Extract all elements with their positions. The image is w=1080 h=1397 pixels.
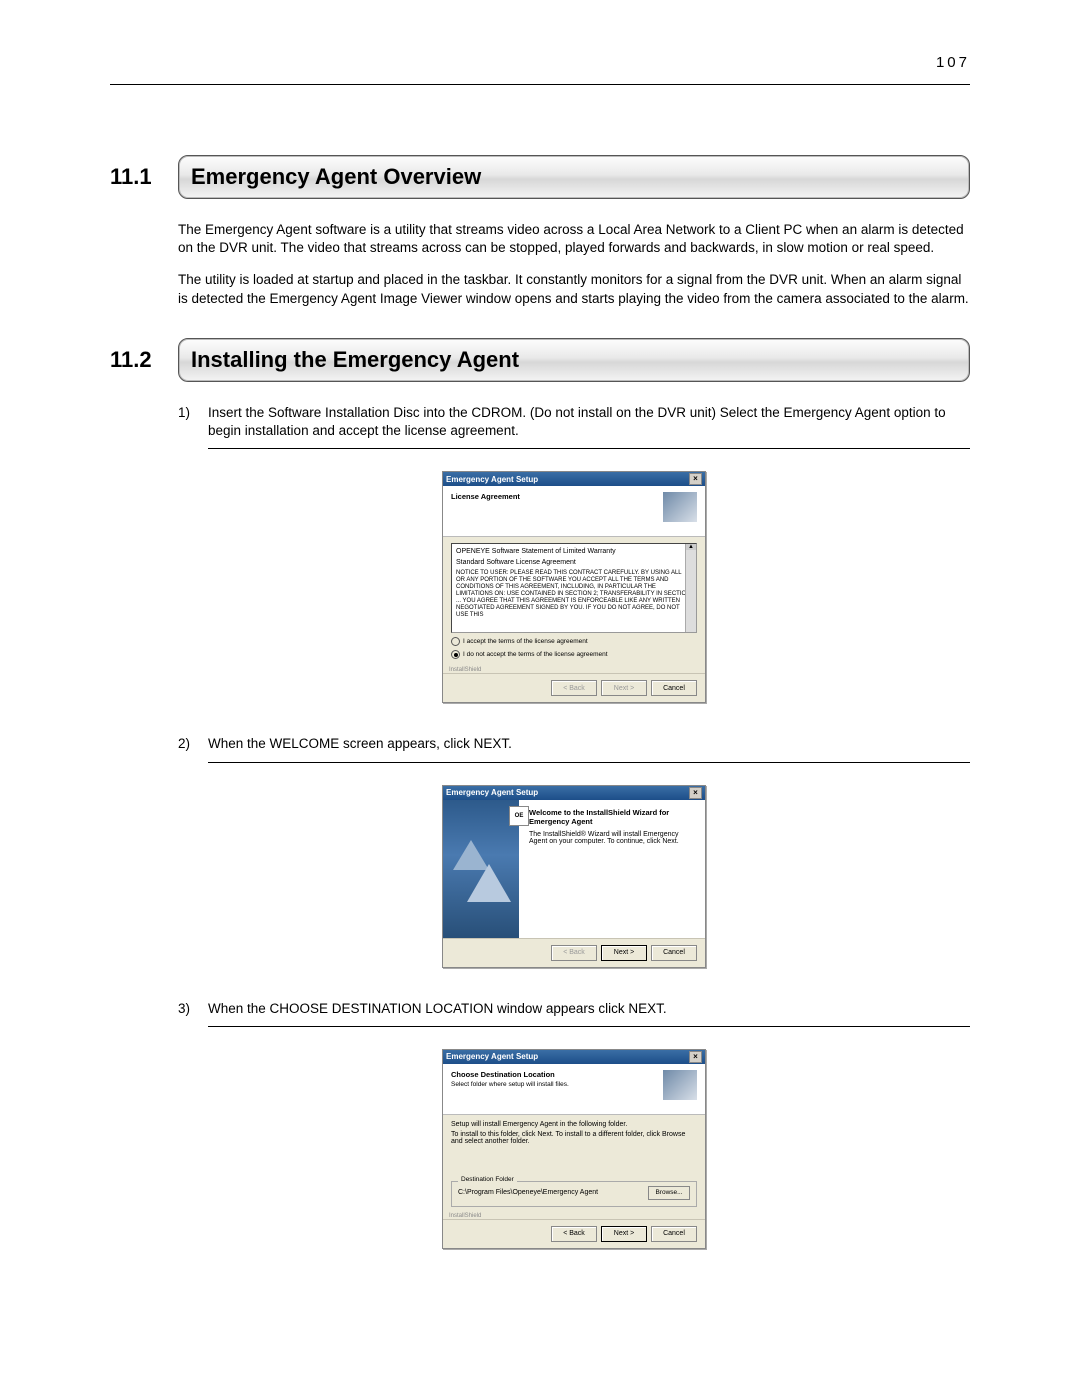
close-icon[interactable]: × xyxy=(689,473,702,485)
close-icon[interactable]: × xyxy=(689,787,702,799)
header-bold: Choose Destination Location xyxy=(451,1070,569,1079)
heading-row: 11.1 Emergency Agent Overview xyxy=(110,155,970,199)
step-text: When the CHOOSE DESTINATION LOCATION win… xyxy=(208,1000,970,1027)
fieldset-legend: Destination Folder xyxy=(458,1176,517,1183)
welcome-text: Welcome to the InstallShield Wizard for … xyxy=(519,800,705,938)
cancel-button[interactable]: Cancel xyxy=(651,680,697,696)
button-row: < Back Next > Cancel xyxy=(443,1219,705,1248)
welcome-body: OE Welcome to the InstallShield Wizard f… xyxy=(443,800,705,938)
next-button[interactable]: Next > xyxy=(601,945,647,961)
radio-accept[interactable]: I accept the terms of the license agreem… xyxy=(451,637,697,646)
header: Choose Destination Location Select folde… xyxy=(443,1064,705,1115)
step-3: 3) When the CHOOSE DESTINATION LOCATION … xyxy=(178,1000,970,1027)
browse-button[interactable]: Browse... xyxy=(648,1186,690,1200)
license-line: Standard Software License Agreement xyxy=(456,559,692,566)
section-11-2: 11.2 Installing the Emergency Agent xyxy=(110,338,970,382)
cancel-button[interactable]: Cancel xyxy=(651,945,697,961)
heading-title: Installing the Emergency Agent xyxy=(178,338,970,382)
heading-title: Emergency Agent Overview xyxy=(178,155,970,199)
license-textbox[interactable]: OPENEYE Software Statement of Limited Wa… xyxy=(451,543,697,633)
section-11-1: 11.1 Emergency Agent Overview The Emerge… xyxy=(110,155,970,308)
body-line: Setup will install Emergency Agent in th… xyxy=(451,1121,697,1128)
next-button[interactable]: Next > xyxy=(601,1226,647,1242)
titlebar: Emergency Agent Setup × xyxy=(443,1050,705,1064)
section-body: The Emergency Agent software is a utilit… xyxy=(178,221,970,308)
step-text: Insert the Software Installation Disc in… xyxy=(208,404,970,449)
installer-window: Emergency Agent Setup × License Agreemen… xyxy=(442,471,706,703)
close-icon[interactable]: × xyxy=(689,1051,702,1063)
welcome-body-text: The InstallShield® Wizard will install E… xyxy=(529,831,695,845)
brand: InstallShield xyxy=(443,1211,705,1219)
heading-number: 11.1 xyxy=(110,155,178,199)
scrollbar[interactable] xyxy=(685,544,696,632)
installer-window: Emergency Agent Setup × Choose Destinati… xyxy=(442,1049,706,1249)
para: The Emergency Agent software is a utilit… xyxy=(178,221,970,257)
step-number: 3) xyxy=(178,1000,208,1027)
body-line: To install to this folder, click Next. T… xyxy=(451,1131,697,1145)
header-art xyxy=(663,1070,697,1100)
screenshot-2: Emergency Agent Setup × OE Welcome to th… xyxy=(178,763,970,996)
back-button[interactable]: < Back xyxy=(551,680,597,696)
brand: InstallShield xyxy=(443,665,705,673)
license-line: OPENEYE Software Statement of Limited Wa… xyxy=(456,548,692,555)
step-number: 1) xyxy=(178,404,208,449)
window-title: Emergency Agent Setup xyxy=(446,475,538,484)
back-button[interactable]: < Back xyxy=(551,945,597,961)
header-sub: Select folder where setup will install f… xyxy=(451,1081,569,1088)
install-path: C:\Program Files\Openeye\Emergency Agent xyxy=(458,1189,598,1196)
content: Setup will install Emergency Agent in th… xyxy=(443,1115,705,1211)
screenshot-1: Emergency Agent Setup × License Agreemen… xyxy=(178,449,970,731)
license-body: NOTICE TO USER: PLEASE READ THIS CONTRAC… xyxy=(456,570,692,618)
destination-fieldset: Destination Folder C:\Program Files\Open… xyxy=(451,1181,697,1207)
logo-icon: OE xyxy=(509,806,529,826)
step-2: 2) When the WELCOME screen appears, clic… xyxy=(178,735,970,762)
page-number: 107 xyxy=(936,54,970,71)
page: 107 11.1 Emergency Agent Overview The Em… xyxy=(0,0,1080,1397)
window-title: Emergency Agent Setup xyxy=(446,788,538,797)
screenshot-3: Emergency Agent Setup × Choose Destinati… xyxy=(178,1027,970,1277)
heading-number: 11.2 xyxy=(110,338,178,382)
top-rule xyxy=(110,84,970,85)
titlebar: Emergency Agent Setup × xyxy=(443,472,705,486)
para: The utility is loaded at startup and pla… xyxy=(178,271,970,307)
step-text: When the WELCOME screen appears, click N… xyxy=(208,735,970,762)
titlebar: Emergency Agent Setup × xyxy=(443,786,705,800)
button-row: < Back Next > Cancel xyxy=(443,938,705,967)
installer-window: Emergency Agent Setup × OE Welcome to th… xyxy=(442,785,706,968)
header-art xyxy=(663,492,697,522)
step-1: 1) Insert the Software Installation Disc… xyxy=(178,404,970,449)
header: License Agreement xyxy=(443,486,705,537)
header-bold: License Agreement xyxy=(451,492,520,501)
welcome-heading: Welcome to the InstallShield Wizard for … xyxy=(529,808,695,826)
radio-reject[interactable]: I do not accept the terms of the license… xyxy=(451,650,697,659)
side-art: OE xyxy=(443,800,519,938)
next-button[interactable]: Next > xyxy=(601,680,647,696)
window-title: Emergency Agent Setup xyxy=(446,1052,538,1061)
cancel-button[interactable]: Cancel xyxy=(651,1226,697,1242)
step-number: 2) xyxy=(178,735,208,762)
back-button[interactable]: < Back xyxy=(551,1226,597,1242)
button-row: < Back Next > Cancel xyxy=(443,673,705,702)
content: OPENEYE Software Statement of Limited Wa… xyxy=(443,537,705,665)
heading-row: 11.2 Installing the Emergency Agent xyxy=(110,338,970,382)
